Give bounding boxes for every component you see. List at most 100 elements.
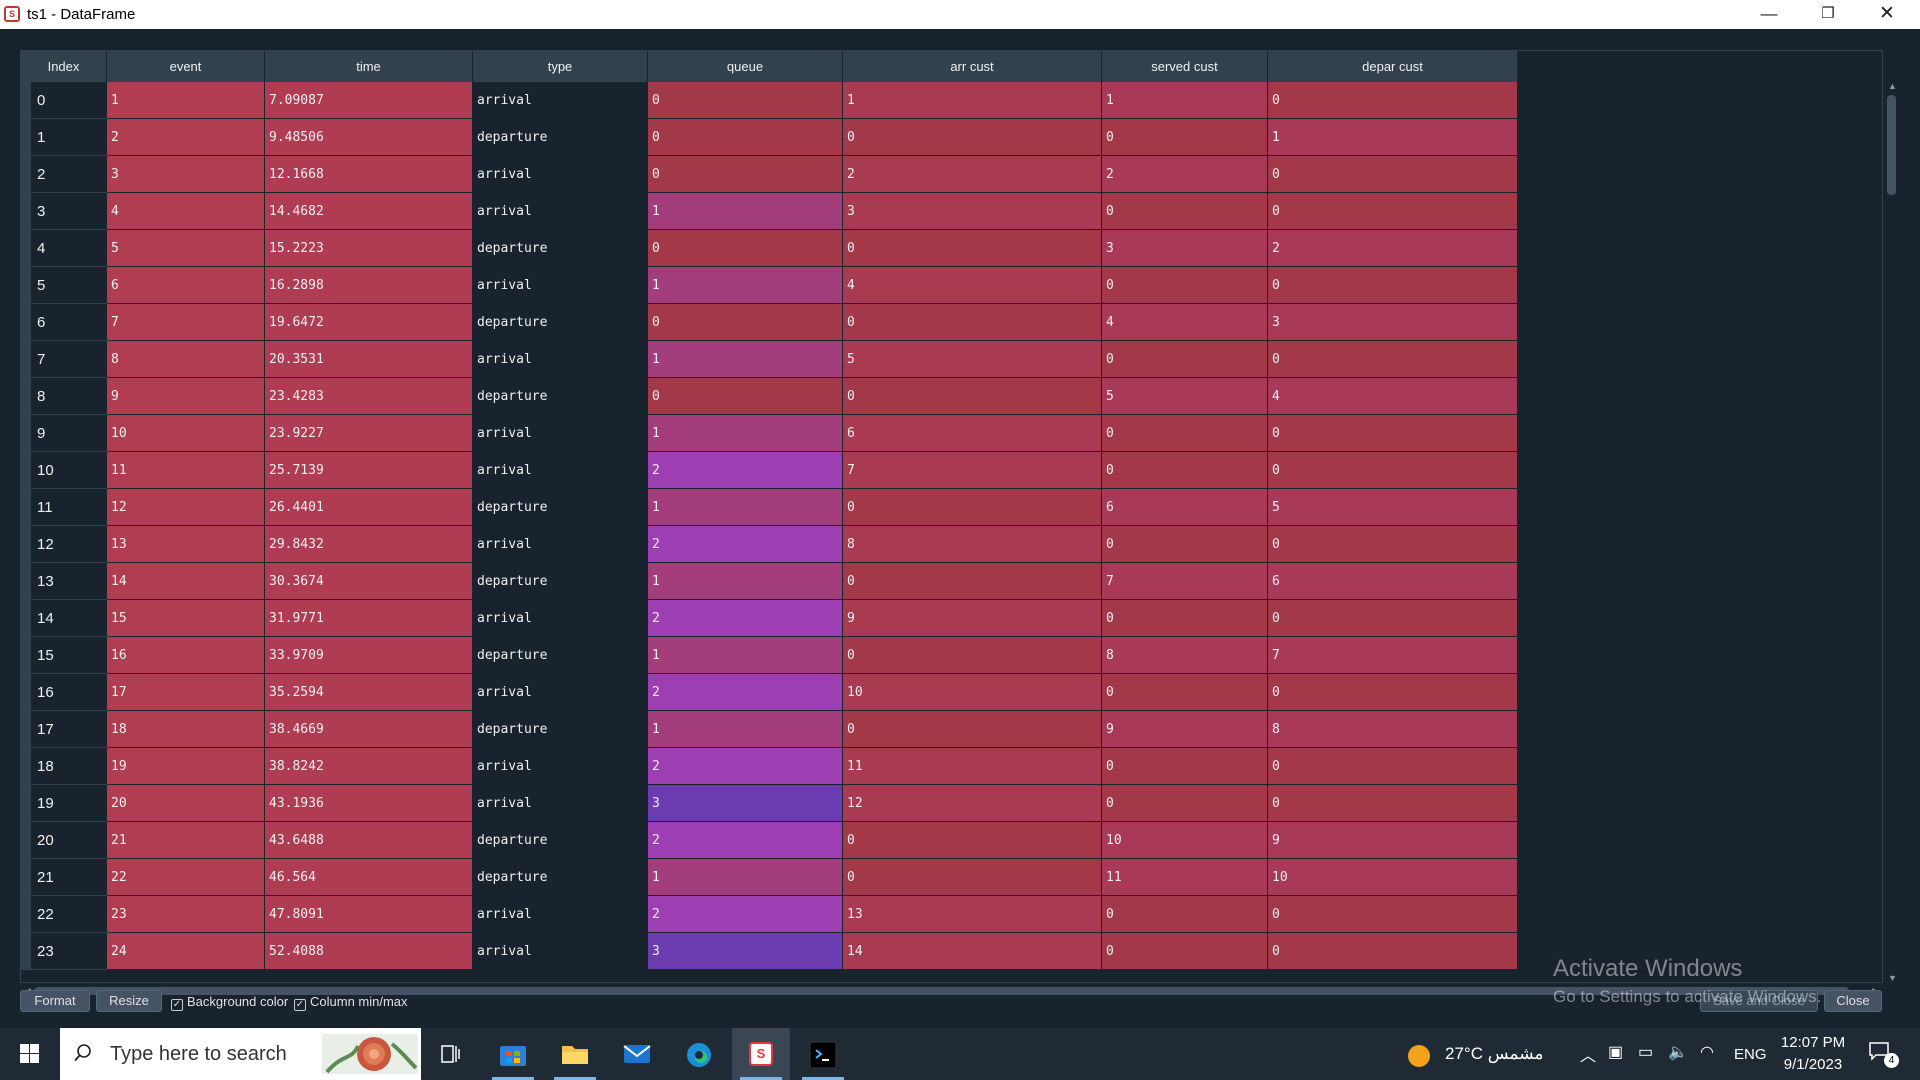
table-cell[interactable]: 20.3531	[265, 341, 473, 378]
checkmark-icon[interactable]: ✓	[171, 999, 183, 1011]
table-cell[interactable]: 11	[1102, 859, 1268, 896]
table-cell[interactable]: 26.4401	[265, 489, 473, 526]
table-cell[interactable]: 24	[107, 933, 265, 970]
table-cell[interactable]: departure	[473, 711, 648, 748]
table-cell[interactable]: 0	[843, 637, 1102, 674]
chevron-up-icon[interactable]: ︿	[1580, 1042, 1596, 1066]
table-cell[interactable]: 15.2223	[265, 230, 473, 267]
table-cell[interactable]: 0	[1268, 526, 1518, 563]
table-cell[interactable]: 0	[843, 230, 1102, 267]
volume-icon[interactable]: 🔈	[1668, 1042, 1688, 1062]
column-header[interactable]: time	[265, 51, 473, 82]
row-index-cell[interactable]: 6	[21, 304, 107, 341]
weather-sun-icon[interactable]	[1408, 1045, 1430, 1067]
taskbar-store[interactable]	[484, 1028, 542, 1080]
table-cell[interactable]: 0	[1102, 896, 1268, 933]
table-cell[interactable]: 0	[1102, 119, 1268, 156]
table-cell[interactable]: 15	[107, 600, 265, 637]
table-cell[interactable]: 0	[1268, 82, 1518, 119]
table-cell[interactable]: 0	[1102, 341, 1268, 378]
table-cell[interactable]: 0	[648, 304, 843, 341]
taskbar-edge[interactable]	[670, 1028, 728, 1080]
taskbar-mail[interactable]	[608, 1028, 666, 1080]
table-cell[interactable]: 0	[843, 119, 1102, 156]
table-cell[interactable]: 0	[1102, 193, 1268, 230]
table-cell[interactable]: 3	[107, 156, 265, 193]
table-cell[interactable]: arrival	[473, 82, 648, 119]
table-cell[interactable]: 1	[1268, 119, 1518, 156]
table-cell[interactable]: 46.564	[265, 859, 473, 896]
table-cell[interactable]: 10	[107, 415, 265, 452]
table-cell[interactable]: 17	[107, 674, 265, 711]
battery-icon[interactable]: ▭	[1638, 1042, 1653, 1062]
table-cell[interactable]: 3	[648, 785, 843, 822]
row-index-cell[interactable]: 4	[21, 230, 107, 267]
row-index-cell[interactable]: 18	[21, 748, 107, 785]
table-cell[interactable]: 4	[1268, 378, 1518, 415]
clock-date[interactable]: 9/1/2023	[1778, 1056, 1848, 1073]
checkmark-icon[interactable]: ✓	[294, 999, 306, 1011]
row-index-cell[interactable]: 21	[21, 859, 107, 896]
start-button[interactable]	[0, 1028, 60, 1080]
table-cell[interactable]: 0	[1102, 415, 1268, 452]
table-cell[interactable]: arrival	[473, 785, 648, 822]
table-cell[interactable]: 22	[107, 859, 265, 896]
table-cell[interactable]: 6	[107, 267, 265, 304]
table-cell[interactable]: 1	[648, 711, 843, 748]
table-cell[interactable]: 0	[1102, 526, 1268, 563]
table-cell[interactable]: 43.1936	[265, 785, 473, 822]
window-close-button[interactable]: ✕	[1858, 0, 1916, 29]
dataframe-table[interactable]: Index event time type queue arr cust served cu…	[20, 50, 1883, 983]
table-cell[interactable]: arrival	[473, 415, 648, 452]
table-cell[interactable]: 0	[1268, 452, 1518, 489]
row-index-cell[interactable]: 2	[21, 156, 107, 193]
table-cell[interactable]: 12.1668	[265, 156, 473, 193]
table-cell[interactable]: 0	[843, 859, 1102, 896]
table-cell[interactable]: departure	[473, 378, 648, 415]
table-cell[interactable]: 1	[1102, 82, 1268, 119]
table-cell[interactable]: 4	[843, 267, 1102, 304]
row-index-cell[interactable]: 1	[21, 119, 107, 156]
table-cell[interactable]: 9	[1268, 822, 1518, 859]
table-cell[interactable]: arrival	[473, 341, 648, 378]
table-cell[interactable]: 0	[1102, 600, 1268, 637]
scroll-up-arrow-icon[interactable]: ▲	[1888, 81, 1897, 91]
table-cell[interactable]: 1	[648, 563, 843, 600]
table-cell[interactable]: 20	[107, 785, 265, 822]
table-cell[interactable]: 1	[648, 341, 843, 378]
table-cell[interactable]: 29.8432	[265, 526, 473, 563]
table-cell[interactable]: 0	[1268, 156, 1518, 193]
table-cell[interactable]: departure	[473, 230, 648, 267]
table-cell[interactable]: 31.9771	[265, 600, 473, 637]
restore-button[interactable]: ❐	[1799, 0, 1857, 29]
table-cell[interactable]: arrival	[473, 267, 648, 304]
table-cell[interactable]: 13	[843, 896, 1102, 933]
task-view-button[interactable]	[421, 1028, 479, 1080]
table-cell[interactable]: 3	[1268, 304, 1518, 341]
row-index-cell[interactable]: 9	[21, 415, 107, 452]
table-cell[interactable]: 0	[843, 489, 1102, 526]
table-cell[interactable]: 0	[843, 563, 1102, 600]
table-cell[interactable]: 0	[1102, 748, 1268, 785]
table-cell[interactable]: 23	[107, 896, 265, 933]
table-cell[interactable]: 14.4682	[265, 193, 473, 230]
column-header[interactable]: Index	[21, 51, 107, 82]
taskbar-terminal[interactable]	[794, 1028, 852, 1080]
table-cell[interactable]: 0	[1102, 933, 1268, 970]
table-cell[interactable]: 14	[107, 563, 265, 600]
table-cell[interactable]: 12	[107, 489, 265, 526]
table-cell[interactable]: 52.4088	[265, 933, 473, 970]
row-index-cell[interactable]: 15	[21, 637, 107, 674]
notification-center-button[interactable]: 4	[1868, 1041, 1899, 1068]
table-cell[interactable]: arrival	[473, 896, 648, 933]
row-index-cell[interactable]: 17	[21, 711, 107, 748]
table-cell[interactable]: 7	[1268, 637, 1518, 674]
table-cell[interactable]: departure	[473, 119, 648, 156]
table-cell[interactable]: 0	[843, 822, 1102, 859]
table-cell[interactable]: 21	[107, 822, 265, 859]
table-cell[interactable]: departure	[473, 822, 648, 859]
table-cell[interactable]: 0	[1268, 748, 1518, 785]
table-cell[interactable]: 25.7139	[265, 452, 473, 489]
table-cell[interactable]: 8	[1268, 711, 1518, 748]
table-cell[interactable]: 0	[1268, 341, 1518, 378]
